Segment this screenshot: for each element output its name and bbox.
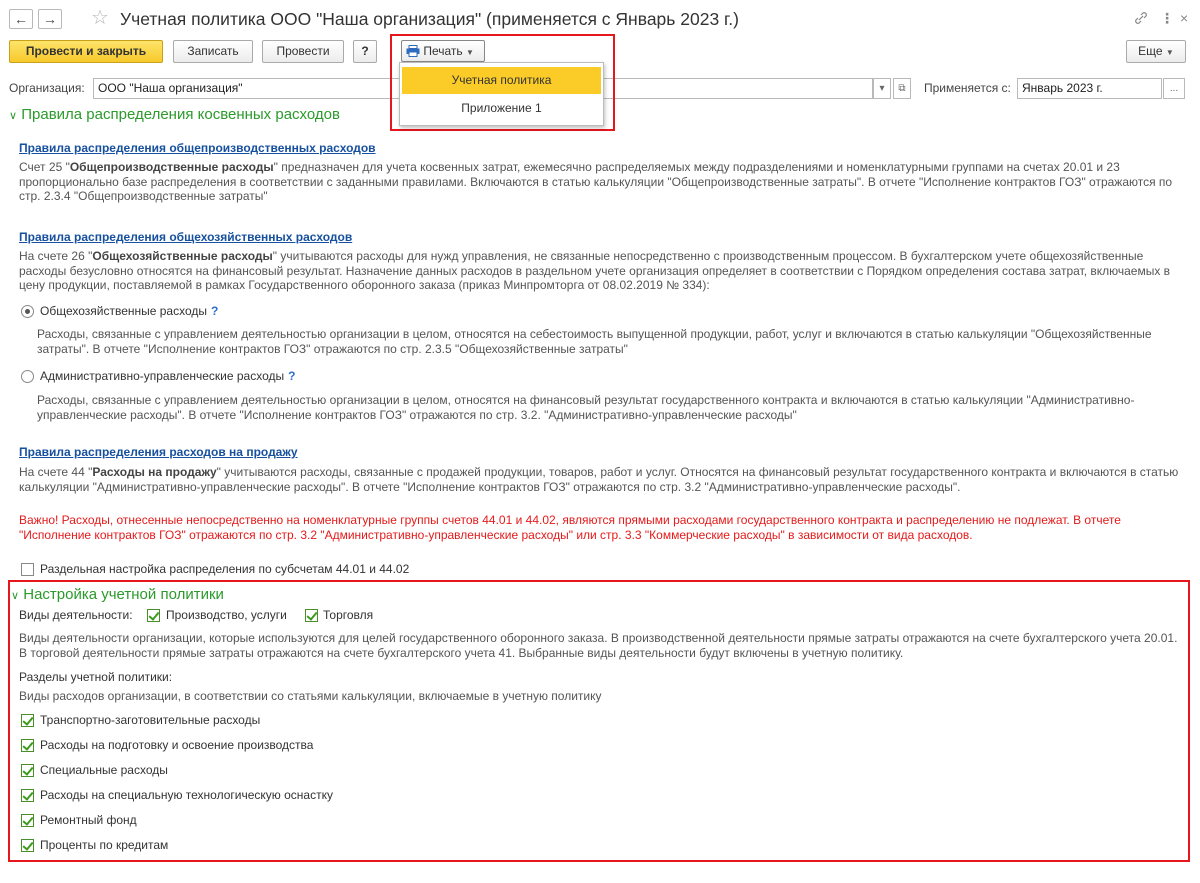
select-period-button[interactable]: ... (1163, 78, 1185, 99)
radio-admin-costs[interactable] (21, 370, 34, 383)
chevron-down-icon: ▼ (1165, 48, 1174, 57)
activity-types-label: Виды деятельности: (19, 608, 133, 622)
radio-admin-costs-desc: Расходы, связанные с управлением деятель… (37, 393, 1135, 422)
link-icon[interactable] (1133, 10, 1149, 26)
more-icon[interactable]: ⋮ (1160, 9, 1174, 27)
separate-setting-checkbox[interactable] (21, 563, 34, 576)
rule-general-link[interactable]: Правила распределения общехозяйственных … (19, 230, 352, 244)
policy-section-label: Ремонтный фонд (40, 813, 137, 827)
help-icon[interactable]: ? (211, 304, 218, 318)
rule-sales-link[interactable]: Правила распределения расходов на продаж… (19, 445, 298, 459)
arrow-right-icon: → (43, 11, 57, 27)
radio-general-costs[interactable] (21, 305, 34, 318)
post-button[interactable]: Провести (262, 40, 344, 63)
policy-sections-desc: Виды расходов организации, в соответстви… (19, 689, 602, 703)
policy-section-label: Расходы на подготовку и освоение произво… (40, 738, 314, 752)
star-icon[interactable]: ☆ (91, 6, 109, 30)
title-bar: ← → ☆ Учетная политика ООО "Наша организ… (0, 0, 1200, 36)
policy-section-label: Проценты по кредитам (40, 838, 169, 852)
print-menu: Учетная политика Приложение 1 (399, 62, 604, 126)
activity-production-checkbox[interactable] (147, 609, 160, 622)
print-menu-item-policy[interactable]: Учетная политика (402, 67, 601, 94)
policy-section-checkbox[interactable] (21, 764, 34, 777)
radio-general-costs-desc: Расходы, связанные с управлением деятель… (37, 327, 1152, 356)
warning-text: Важно! Расходы, отнесенные непосредствен… (19, 513, 1121, 542)
separate-setting-label: Раздельная настройка распределения по су… (40, 562, 410, 576)
policy-sections-label: Разделы учетной политики: (19, 670, 173, 684)
policy-section-checkbox[interactable] (21, 714, 34, 727)
rule-sales-text: На счете 44 "Расходы на продажу" учитыва… (19, 465, 1179, 494)
radio-admin-costs-label: Административно-управленческие расходы? (40, 369, 296, 383)
radio-general-costs-label: Общехозяйственные расходы? (40, 304, 219, 318)
section-policy-settings-title: Настройка учетной политики (23, 586, 224, 603)
save-button[interactable]: Записать (173, 40, 253, 63)
policy-section-label: Транспортно-заготовительные расходы (40, 713, 261, 727)
policy-section-checkbox[interactable] (21, 839, 34, 852)
rule-overhead-link[interactable]: Правила распределения общепроизводственн… (19, 141, 376, 155)
open-icon[interactable]: ⧉ (893, 78, 911, 99)
rule-overhead-text: Счет 25 "Общепроизводственные расходы" п… (19, 160, 1173, 203)
activity-trade-checkbox[interactable] (305, 609, 318, 622)
rule-general-text: На счете 26 "Общехозяйственные расходы" … (19, 249, 1171, 292)
activity-production-label: Производство, услуги (166, 608, 287, 622)
chevron-down-icon: ∨ (9, 110, 18, 122)
policy-section-checkbox[interactable] (21, 789, 34, 802)
section-policy-settings-header[interactable]: ∨ Настройка учетной политики (11, 586, 224, 605)
activity-types-desc: Виды деятельности организации, которые и… (19, 631, 1178, 660)
print-menu-item-appendix[interactable]: Приложение 1 (402, 95, 601, 122)
help-icon[interactable]: ? (288, 369, 295, 383)
policy-section-checkbox[interactable] (21, 814, 34, 827)
more-button-label: Еще (1138, 44, 1163, 58)
dropdown-icon[interactable]: ▾ (873, 78, 891, 99)
applies-from-label: Применяется с: (924, 81, 1011, 95)
chevron-down-icon: ∨ (11, 590, 20, 602)
section-indirect-costs-header[interactable]: ∨ Правила распределения косвенных расход… (9, 106, 340, 125)
section-indirect-costs-title: Правила распределения косвенных расходов (21, 106, 340, 123)
help-button[interactable]: ? (353, 40, 377, 63)
policy-section-label: Специальные расходы (40, 763, 168, 777)
close-icon[interactable]: × (1180, 9, 1188, 27)
applies-from-field[interactable]: Январь 2023 г. (1017, 78, 1162, 99)
activity-trade-label: Торговля (323, 608, 374, 622)
organization-label: Организация: (9, 81, 85, 95)
forward-button[interactable]: → (38, 9, 62, 29)
post-and-close-button[interactable]: Провести и закрыть (9, 40, 163, 63)
arrow-left-icon: ← (14, 11, 28, 27)
policy-section-checkbox[interactable] (21, 739, 34, 752)
policy-section-label: Расходы на специальную технологическую о… (40, 788, 333, 802)
more-button[interactable]: Еще ▼ (1126, 40, 1186, 63)
window-title: Учетная политика ООО "Наша организация" … (120, 9, 739, 29)
back-button[interactable]: ← (9, 9, 33, 29)
